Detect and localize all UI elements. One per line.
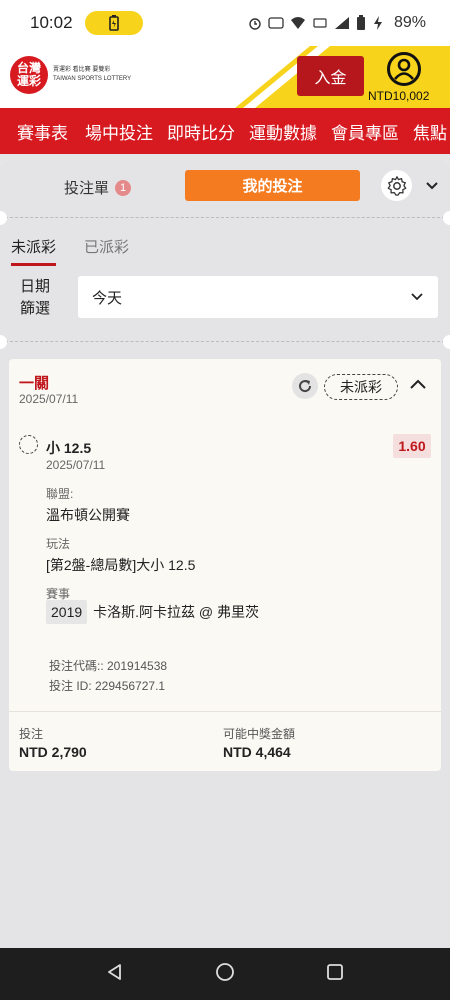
ticket-divider [0, 211, 450, 225]
wifi-icon [290, 17, 305, 29]
status-time: 10:02 [30, 13, 73, 32]
selection-radio[interactable] [19, 435, 38, 454]
nav-item-member-area[interactable]: 會員專區 [324, 119, 406, 144]
event-number: 2019 [46, 600, 88, 624]
market-value: [第2盤-總局數]大小 12.5 [46, 557, 196, 573]
tab-my-bets[interactable]: 我的投注 [185, 170, 360, 201]
bet-code: 投注代碼:: 201914538 [49, 659, 168, 673]
event-row: 2019 卡洛斯.阿卡拉茲 @ 弗里茨 [46, 600, 259, 624]
payout-label: 可能中獎金額 [223, 727, 296, 741]
league-value: 溫布頓公開賽 [46, 507, 130, 523]
ticket-divider [0, 335, 450, 349]
bet-card: 一關 2025/07/11 未派彩 小 12.5 2025/07/11 1.60… [9, 359, 441, 771]
deposit-button[interactable]: 入金 [297, 56, 364, 96]
lte-icon [313, 18, 327, 28]
chevron-down-icon [410, 289, 424, 306]
market-label: 玩法 [46, 537, 71, 551]
battery-icon [356, 15, 365, 30]
bet-status-badge: 未派彩 [324, 374, 398, 400]
status-bar: 10:02 89% [0, 0, 450, 46]
battery-saver-icon [84, 11, 143, 35]
settlement-tabs: 未派彩 已派彩 [11, 236, 129, 266]
bet-date: 2025/07/11 [19, 392, 79, 406]
panel-collapse-chevron-down-icon[interactable] [425, 178, 439, 196]
account-balance: NTD10,002 [368, 89, 430, 103]
account-avatar-icon[interactable] [387, 52, 421, 86]
stake-value: NTD 2,790 [19, 744, 87, 760]
tab-betslip[interactable]: 投注單 1 [64, 177, 132, 198]
bet-type: 一關 [19, 375, 50, 392]
betslip-panel: 投注單 1 我的投注 未派彩 已派彩 日期 篩選 今天 一關 2025/07/1… [0, 160, 450, 950]
alarm-icon [249, 18, 261, 30]
status-icons: 89% [248, 14, 426, 32]
odds-badge: 1.60 [393, 434, 431, 458]
settings-gear-icon[interactable] [381, 170, 412, 201]
tab-unsettled[interactable]: 未派彩 [11, 236, 57, 266]
main-nav: 賽事表 場中投注 即時比分 運動數據 會員專區 焦點 [0, 108, 450, 154]
date-filter-label: 日期 篩選 [20, 278, 51, 317]
logo-tagline: 賣運彩 看比賽 要雙彩 TAIWAN SPORTS LOTTERY [53, 67, 132, 82]
selection-date: 2025/07/11 [46, 458, 106, 472]
app-header: 台灣 運彩 賣運彩 看比賽 要雙彩 TAIWAN SPORTS LOTTERY 入… [0, 46, 450, 108]
nav-item-schedule[interactable]: 賽事表 [0, 119, 78, 144]
nav-item-sports-data[interactable]: 運動數據 [242, 119, 324, 144]
signal-icon [334, 17, 349, 29]
back-triangle-icon[interactable] [106, 963, 124, 986]
recents-square-icon[interactable] [326, 963, 344, 986]
date-filter-select[interactable]: 今天 [78, 276, 438, 318]
bet-id: 投注 ID: 229456727.1 [49, 679, 166, 693]
betslip-tabbar: 投注單 1 我的投注 [0, 160, 450, 212]
event-name: 卡洛斯.阿卡拉茲 @ 弗里茨 [93, 604, 260, 620]
home-circle-icon[interactable] [215, 962, 235, 987]
refresh-icon[interactable] [292, 373, 318, 399]
nav-item-live-betting[interactable]: 場中投注 [78, 119, 160, 144]
taiwan-sports-lottery-logo[interactable]: 台灣 運彩 [10, 56, 48, 94]
hd-icon [268, 17, 284, 29]
tab-settled[interactable]: 已派彩 [84, 236, 129, 266]
selection-name: 小 12.5 [46, 440, 92, 456]
payout-value: NTD 4,464 [223, 744, 291, 760]
nav-item-live-scores[interactable]: 即時比分 [160, 119, 242, 144]
chevron-up-icon[interactable] [409, 377, 427, 395]
league-label: 聯盟: [46, 487, 74, 501]
betslip-count-badge: 1 [115, 179, 132, 196]
nav-item-focus[interactable]: 焦點 [406, 119, 450, 144]
battery-percent: 89% [393, 14, 426, 31]
stake-label: 投注 [19, 727, 44, 741]
card-divider [9, 711, 441, 712]
system-nav-bar [0, 948, 450, 1000]
charging-icon [373, 16, 382, 30]
